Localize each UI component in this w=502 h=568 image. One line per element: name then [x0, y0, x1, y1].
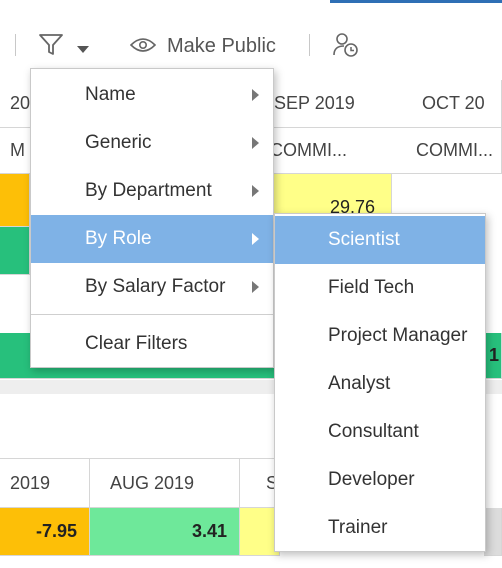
grid-subheader-cell[interactable]: COMMI... [391, 128, 502, 174]
submenu-item-label: Project Manager [328, 325, 468, 346]
grid-value-cell [0, 174, 30, 227]
grid-value-cell [0, 227, 30, 275]
submenu-item-project-manager[interactable]: Project Manager [275, 312, 485, 360]
chevron-right-icon [252, 233, 259, 245]
filter-icon[interactable] [38, 33, 64, 62]
menu-item-label: Clear Filters [85, 333, 188, 354]
grid-value-cell: 3.41 [90, 508, 240, 556]
menu-item-label: Name [85, 84, 136, 105]
menu-item-label: By Role [85, 228, 152, 249]
menu-item-by-role[interactable]: By Role [31, 215, 273, 263]
role-submenu: Scientist Field Tech Project Manager Ana… [274, 213, 486, 552]
clear-filters-button[interactable]: Clear Filters [31, 320, 273, 368]
menu-item-name[interactable]: Name [31, 71, 273, 119]
eye-icon[interactable] [129, 37, 157, 58]
chevron-right-icon [252, 281, 259, 293]
menu-item-label: By Salary Factor [85, 276, 226, 297]
grid-value-cell: -7.95 [0, 508, 90, 556]
toolbar-divider [309, 34, 310, 56]
menu-item-generic[interactable]: Generic [31, 119, 273, 167]
make-public-button[interactable]: Make Public [167, 35, 276, 58]
grid-header-cell[interactable]: OCT 20 [391, 80, 502, 128]
submenu-item-label: Consultant [328, 421, 419, 442]
submenu-item-label: Analyst [328, 373, 391, 394]
submenu-item-label: Trainer [328, 517, 388, 538]
submenu-item-developer[interactable]: Developer [275, 456, 485, 504]
submenu-item-label: Scientist [328, 229, 400, 250]
submenu-item-trainer[interactable]: Trainer [275, 504, 485, 552]
submenu-item-field-tech[interactable]: Field Tech [275, 264, 485, 312]
menu-item-by-salary-factor[interactable]: By Salary Factor [31, 263, 273, 311]
chevron-right-icon [252, 137, 259, 149]
submenu-item-consultant[interactable]: Consultant [275, 408, 485, 456]
grid-header-cell[interactable]: AUG 2019 [90, 458, 240, 508]
filter-menu: Name Generic By Department By Role By Sa… [30, 68, 274, 368]
menu-divider [31, 314, 273, 315]
toolbar-divider [15, 34, 16, 56]
grid-header-cell[interactable]: 2019 [0, 458, 90, 508]
submenu-item-label: Field Tech [328, 277, 415, 298]
menu-item-label: Generic [85, 132, 152, 153]
menu-item-by-department[interactable]: By Department [31, 167, 273, 215]
submenu-item-label: Developer [328, 469, 415, 490]
grid-value-cell [484, 508, 502, 556]
submenu-item-scientist[interactable]: Scientist [275, 216, 485, 264]
toolbar: Make Public [0, 0, 502, 68]
active-tab-indicator [330, 0, 502, 3]
chevron-right-icon [252, 89, 259, 101]
submenu-item-analyst[interactable]: Analyst [275, 360, 485, 408]
chevron-right-icon [252, 185, 259, 197]
user-clock-icon[interactable] [332, 31, 360, 64]
menu-item-label: By Department [85, 180, 212, 201]
caret-down-icon[interactable] [76, 41, 90, 59]
